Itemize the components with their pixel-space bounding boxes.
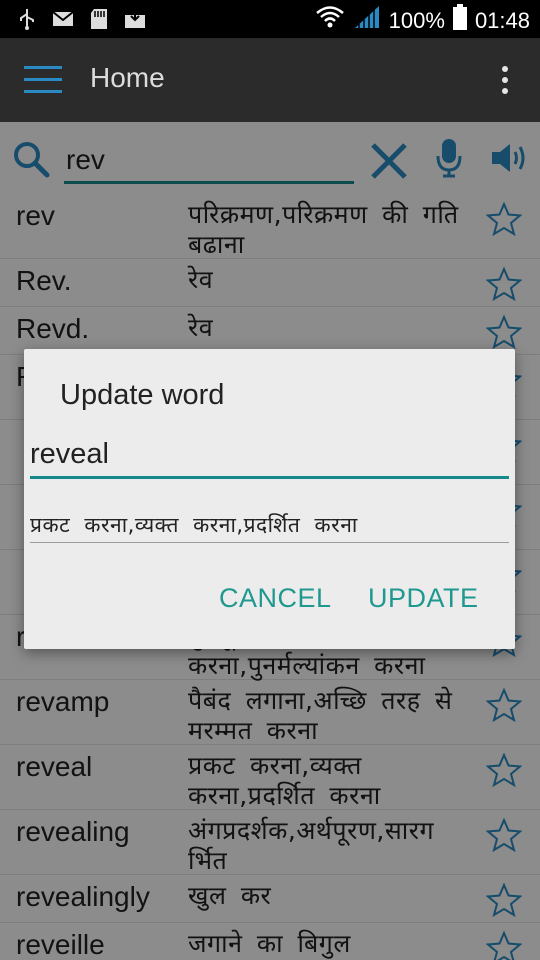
system-status: 100% 01:48 [315, 4, 530, 38]
usb-icon [16, 8, 38, 30]
update-button[interactable]: UPDATE [368, 583, 479, 614]
wifi-icon [315, 5, 345, 37]
app-bar: Home [0, 38, 540, 122]
battery-icon [452, 4, 467, 38]
status-bar: 100% 01:48 [0, 0, 540, 38]
clock: 01:48 [474, 8, 530, 33]
battery-percent: 100% [388, 8, 445, 33]
menu-icon[interactable] [24, 66, 62, 96]
page-title: Home [90, 62, 165, 93]
signal-icon [353, 4, 381, 38]
word-field[interactable] [30, 433, 509, 479]
overflow-menu-icon[interactable] [502, 66, 510, 96]
cancel-button[interactable]: CANCEL [219, 583, 332, 614]
notification-icons [16, 8, 146, 30]
sd-card-icon [88, 8, 110, 30]
update-word-dialog: Update word CANCEL UPDATE [24, 349, 515, 649]
dialog-title: Update word [60, 379, 225, 411]
email-icon [52, 8, 74, 30]
meaning-field[interactable] [30, 507, 509, 543]
download-icon [124, 8, 146, 30]
